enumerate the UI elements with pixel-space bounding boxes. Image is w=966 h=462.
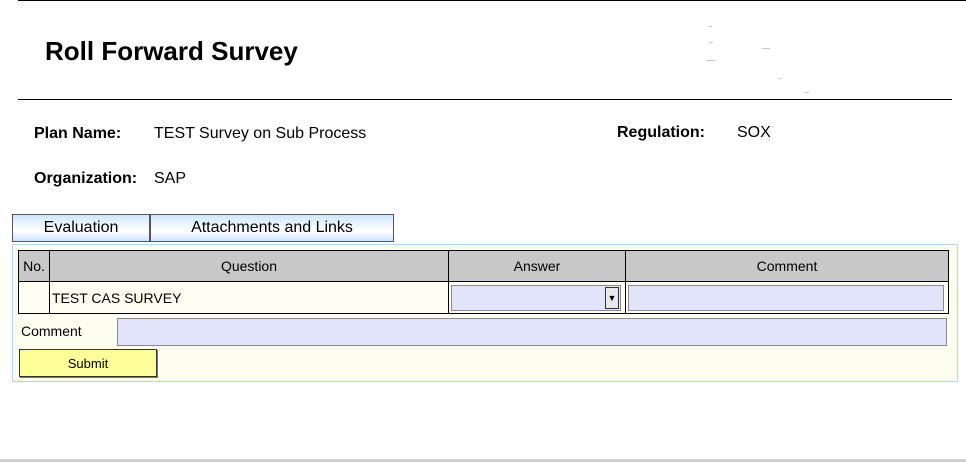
survey-table: No. Question Answer Comment TEST CAS SUR… [18, 250, 949, 314]
tab-evaluation[interactable]: Evaluation [12, 214, 150, 242]
company-logo [700, 20, 820, 95]
answer-cell: ▼ [448, 281, 626, 314]
top-border [18, 0, 966, 1]
column-header-no: No. [18, 250, 50, 282]
table-row: TEST CAS SURVEY ▼ [18, 281, 949, 314]
answer-dropdown[interactable]: ▼ [451, 284, 621, 311]
comment-label: Comment [21, 323, 82, 339]
header-divider [18, 99, 952, 100]
page-title: Roll Forward Survey [45, 36, 298, 66]
column-header-answer: Answer [448, 250, 626, 282]
dropdown-arrow-icon[interactable]: ▼ [605, 286, 619, 309]
tab-bar: Evaluation Attachments and Links [12, 214, 394, 244]
column-header-question: Question [49, 250, 449, 282]
evaluation-panel: No. Question Answer Comment TEST CAS SUR… [12, 244, 958, 382]
organization-value: SAP [154, 170, 187, 187]
organization-label: Organization: [34, 170, 138, 187]
question-cell: TEST CAS SURVEY [49, 281, 449, 314]
regulation-value: SOX [737, 124, 771, 141]
row-number-cell [18, 281, 50, 314]
plan-name-value: TEST Survey on Sub Process [154, 125, 367, 142]
comment-cell [625, 281, 949, 314]
question-text: TEST CAS SURVEY [52, 289, 182, 306]
submit-button[interactable]: Submit [19, 349, 157, 377]
tab-attachments-and-links[interactable]: Attachments and Links [150, 214, 394, 242]
column-header-comment: Comment [625, 250, 949, 282]
row-comment-input[interactable] [628, 284, 944, 311]
regulation-label: Regulation: [617, 124, 705, 141]
plan-name-label: Plan Name: [34, 125, 122, 142]
table-header-row: No. Question Answer Comment [18, 250, 949, 282]
general-comment-input[interactable] [117, 318, 947, 346]
